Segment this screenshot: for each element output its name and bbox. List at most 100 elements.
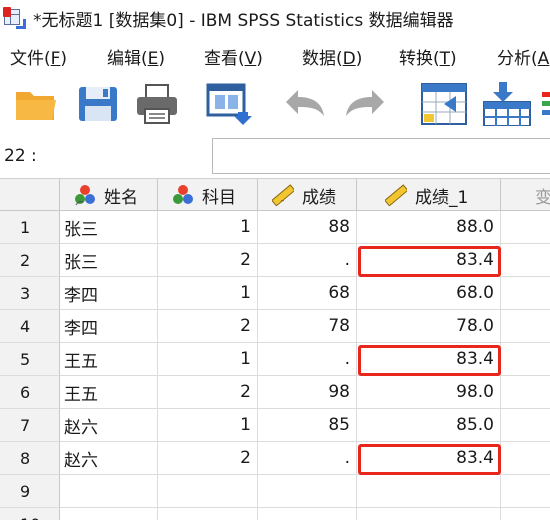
cell-subject[interactable]: 1: [158, 211, 258, 244]
column-header-empty[interactable]: 变: [501, 179, 550, 211]
cell-name[interactable]: 张三: [60, 211, 158, 244]
cell-value-field[interactable]: [212, 138, 550, 174]
menu-analyze[interactable]: 分析(A): [497, 44, 550, 69]
cell-score-1[interactable]: 98.0: [357, 376, 501, 409]
column-header-row: 姓名 科目 成绩 成绩_1 变: [0, 179, 550, 211]
cell-score[interactable]: 85: [258, 409, 357, 442]
row-number[interactable]: 1: [0, 211, 60, 244]
nominal-measure-icon: [75, 185, 95, 206]
row-number[interactable]: 7: [0, 409, 60, 442]
cell-score[interactable]: 98: [258, 376, 357, 409]
scale-measure-icon: [272, 184, 294, 206]
cell-subject[interactable]: 2: [158, 442, 258, 475]
cell-empty[interactable]: [501, 277, 550, 310]
row-number[interactable]: 4: [0, 310, 60, 343]
column-header-name[interactable]: 姓名: [60, 179, 158, 211]
menu-edit[interactable]: 编辑(E): [107, 44, 165, 69]
cell-empty[interactable]: [501, 475, 550, 508]
row-number[interactable]: 10: [0, 508, 60, 520]
cell-score[interactable]: .: [258, 343, 357, 376]
column-header-score[interactable]: 成绩: [258, 179, 357, 211]
row-number[interactable]: 6: [0, 376, 60, 409]
cell-subject[interactable]: 1: [158, 343, 258, 376]
row-number[interactable]: 3: [0, 277, 60, 310]
cell-score[interactable]: 88: [258, 211, 357, 244]
cell-name[interactable]: 李四: [60, 277, 158, 310]
menu-view[interactable]: 查看(V): [204, 44, 263, 69]
print-icon[interactable]: [134, 82, 180, 126]
column-header-label: 变: [535, 183, 550, 208]
recall-dialog-icon[interactable]: [205, 82, 253, 126]
cell-score[interactable]: [258, 508, 357, 520]
column-header-subject[interactable]: 科目: [158, 179, 258, 211]
cell-score[interactable]: 68: [258, 277, 357, 310]
cell-name[interactable]: 王五: [60, 343, 158, 376]
cell-empty[interactable]: [501, 442, 550, 475]
column-header-label: 成绩: [302, 187, 336, 208]
cell-reference-bar: 22 :: [0, 134, 550, 176]
cell-empty[interactable]: [501, 508, 550, 520]
column-header-label: 成绩_1: [415, 187, 469, 208]
cell-score-1[interactable]: [357, 475, 501, 508]
redo-icon[interactable]: [342, 82, 390, 126]
menu-data[interactable]: 数据(D): [302, 44, 362, 69]
cell-subject[interactable]: [158, 508, 258, 520]
cell-name[interactable]: [60, 475, 158, 508]
row-number[interactable]: 2: [0, 244, 60, 277]
undo-icon[interactable]: [280, 82, 328, 126]
goto-case-icon[interactable]: [420, 82, 470, 126]
cell-empty[interactable]: [501, 376, 550, 409]
cell-empty[interactable]: [501, 409, 550, 442]
toolbar: [0, 72, 550, 134]
cell-name[interactable]: 赵六: [60, 442, 158, 475]
cell-name[interactable]: 赵六: [60, 409, 158, 442]
cell-score-1[interactable]: 68.0: [357, 277, 501, 310]
cell-name[interactable]: 李四: [60, 310, 158, 343]
menu-file[interactable]: 文件(F): [10, 44, 67, 69]
cell-name[interactable]: [60, 508, 158, 520]
goto-variable-icon[interactable]: [482, 82, 532, 126]
table-row: 6 王五 2 98 98.0: [0, 376, 550, 409]
cell-subject[interactable]: 2: [158, 244, 258, 277]
cell-score-1[interactable]: 83.4: [357, 442, 501, 475]
open-folder-icon[interactable]: [14, 82, 58, 126]
cell-name[interactable]: 张三: [60, 244, 158, 277]
menu-bar: 文件(F) 编辑(E) 查看(V) 数据(D) 转换(T) 分析(A): [0, 38, 550, 72]
cell-empty[interactable]: [501, 211, 550, 244]
table-row: 8 赵六 2. 83.4: [0, 442, 550, 475]
corner-cell[interactable]: [0, 179, 60, 211]
table-row: 7 赵六 1 85 85.0: [0, 409, 550, 442]
cell-score[interactable]: .: [258, 442, 357, 475]
row-number[interactable]: 8: [0, 442, 60, 475]
cell-reference-label: 22 :: [4, 146, 37, 166]
cell-name[interactable]: 王五: [60, 376, 158, 409]
cell-subject[interactable]: [158, 475, 258, 508]
cell-subject[interactable]: 1: [158, 277, 258, 310]
cell-score-1[interactable]: 78.0: [357, 310, 501, 343]
cell-score[interactable]: .: [258, 244, 357, 277]
table-row: 2 张三 2. 83.4: [0, 244, 550, 277]
table-row: 10: [0, 508, 550, 520]
title-bar: *无标题1 [数据集0] - IBM SPSS Statistics 数据编辑器: [0, 0, 550, 36]
cell-subject[interactable]: 1: [158, 409, 258, 442]
cell-empty[interactable]: [501, 244, 550, 277]
cell-subject[interactable]: 2: [158, 310, 258, 343]
row-number[interactable]: 9: [0, 475, 60, 508]
row-number[interactable]: 5: [0, 343, 60, 376]
cell-score-1[interactable]: 83.4: [357, 244, 501, 277]
menu-transform[interactable]: 转换(T): [399, 44, 457, 69]
cell-empty[interactable]: [501, 343, 550, 376]
cell-score[interactable]: 78: [258, 310, 357, 343]
cell-score-1[interactable]: [357, 508, 501, 520]
cell-score[interactable]: [258, 475, 357, 508]
column-header-score-1[interactable]: 成绩_1: [357, 179, 501, 211]
table-row: 1 张三 1 88 88.0: [0, 211, 550, 244]
cell-score-1[interactable]: 85.0: [357, 409, 501, 442]
more-icon[interactable]: [540, 82, 550, 126]
save-icon[interactable]: [76, 82, 120, 126]
cell-empty[interactable]: [501, 310, 550, 343]
scale-measure-icon: [385, 184, 407, 206]
cell-score-1[interactable]: 88.0: [357, 211, 501, 244]
cell-subject[interactable]: 2: [158, 376, 258, 409]
cell-score-1[interactable]: 83.4: [357, 343, 501, 376]
